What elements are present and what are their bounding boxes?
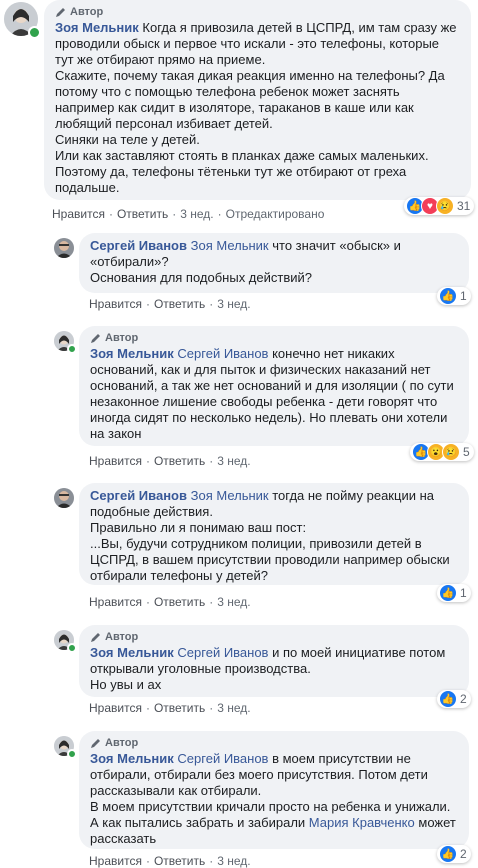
timestamp[interactable]: 3 нед. — [217, 854, 250, 868]
online-indicator — [28, 26, 41, 39]
reaction-count: 5 — [463, 445, 470, 459]
comment-author[interactable]: Зоя Мельник — [90, 751, 174, 766]
like-button[interactable]: Нравится — [89, 701, 142, 715]
reaction-count: 2 — [460, 847, 467, 861]
online-indicator — [67, 344, 77, 354]
comment-3: Сергей Иванов Зоя Мельник тогда не пойму… — [0, 480, 478, 610]
like-button[interactable]: Нравится — [89, 297, 142, 311]
like-reaction-icon: 👍 — [439, 584, 457, 602]
comment-bubble: Сергей Иванов Зоя Мельник что значит «об… — [79, 233, 469, 293]
comment-bubble: Автор Зоя Мельник Сергей Иванов в моем п… — [79, 731, 469, 849]
comment-text: Но увы и ах — [90, 677, 162, 692]
timestamp[interactable]: 3 нед. — [217, 454, 250, 468]
reactions-summary[interactable]: 👍 ♥ 😢 31 — [404, 197, 475, 215]
comment-text: Скажите, почему такая дикая реакция имен… — [55, 68, 445, 131]
author-badge-label: Автор — [105, 737, 139, 749]
timestamp[interactable]: 3 нед. — [180, 207, 213, 221]
mention-link[interactable]: Сергей Иванов — [177, 346, 268, 361]
reactions-summary[interactable]: 👍 2 — [437, 690, 471, 708]
comment-bubble: Автор Зоя Мельник Сергей Иванов конечно … — [79, 326, 469, 446]
edited-label[interactable]: Отредактировано — [226, 207, 325, 221]
author-badge-label: Автор — [105, 332, 139, 344]
online-indicator — [67, 749, 77, 759]
author-badge: Автор — [90, 630, 458, 644]
author-badge-label: Автор — [105, 631, 139, 643]
comment-actions: Нравится · Ответить · 3 нед. — [89, 595, 251, 609]
pencil-icon — [91, 632, 100, 642]
author-badge: Автор — [90, 736, 458, 750]
comment-text: А как пытались забрать и забирали — [90, 815, 306, 830]
comment-actions: Нравится · Ответить · 3 нед. — [89, 454, 251, 468]
reactions-summary[interactable]: 👍 1 — [437, 584, 471, 602]
mention-link[interactable]: Зоя Мельник — [191, 488, 269, 503]
comment-2: Автор Зоя Мельник Сергей Иванов конечно … — [0, 323, 478, 473]
reaction-count: 31 — [457, 199, 471, 213]
reply-button[interactable]: Ответить — [154, 297, 205, 311]
mention-link[interactable]: Сергей Иванов — [177, 751, 268, 766]
timestamp[interactable]: 3 нед. — [217, 595, 250, 609]
pencil-icon — [56, 7, 65, 17]
reactions-summary[interactable]: 👍 1 — [437, 287, 471, 305]
like-reaction-icon: 👍 — [439, 845, 457, 863]
sad-reaction-icon: 😢 — [436, 197, 454, 215]
comment-actions: Нравится · Ответить · 3 нед. — [89, 701, 251, 715]
reply-button[interactable]: Ответить — [117, 207, 168, 221]
comment-author[interactable]: Зоя Мельник — [55, 20, 139, 35]
comment-text: Синяки на теле у детей. — [55, 132, 200, 147]
timestamp[interactable]: 3 нед. — [217, 701, 250, 715]
comment-text: ...Вы, будучи сотрудником полиции, приво… — [90, 536, 450, 583]
comment-text: Поэтому да, телефоны тётеньки тут же отб… — [55, 164, 407, 195]
reply-button[interactable]: Ответить — [154, 595, 205, 609]
comment-text: Или как заставляют стоять в планках даже… — [55, 148, 429, 163]
comment-text: Правильно ли я понимаю ваш пост: — [90, 520, 307, 535]
comment-author[interactable]: Зоя Мельник — [90, 346, 174, 361]
like-button[interactable]: Нравится — [89, 854, 142, 868]
like-reaction-icon: 👍 — [439, 690, 457, 708]
comment-author[interactable]: Сергей Иванов — [90, 488, 187, 503]
comment-author[interactable]: Сергей Иванов — [90, 238, 187, 253]
comment-text: Основания для подобных действий? — [90, 270, 312, 285]
pencil-icon — [91, 738, 100, 748]
sad-reaction-icon: 😢 — [442, 443, 460, 461]
timestamp[interactable]: 3 нед. — [217, 297, 250, 311]
avatar-sergey[interactable] — [54, 488, 74, 508]
comment-actions: Нравится · Ответить · 3 нед. — [89, 297, 251, 311]
comment-actions: Нравится · Ответить · 3 нед. — [89, 854, 251, 868]
mention-link[interactable]: Зоя Мельник — [191, 238, 269, 253]
comment-5: Автор Зоя Мельник Сергей Иванов в моем п… — [0, 728, 478, 868]
comment-4: Автор Зоя Мельник Сергей Иванов и по мое… — [0, 622, 478, 722]
author-badge-label: Автор — [70, 6, 104, 18]
reaction-count: 1 — [460, 289, 467, 303]
comment-actions: Нравится · Ответить · 3 нед. · Отредактировано — [52, 207, 325, 221]
author-badge: Автор — [55, 5, 460, 19]
online-indicator — [67, 643, 77, 653]
comment-1: Сергей Иванов Зоя Мельник что значит «об… — [0, 230, 478, 320]
comment-bubble: Сергей Иванов Зоя Мельник тогда не пойму… — [79, 483, 469, 585]
mention-link[interactable]: Мария Кравченко — [309, 815, 415, 830]
comment-0: Автор Зоя Мельник Когда я привозила дете… — [0, 0, 478, 225]
comment-bubble: Автор Зоя Мельник Когда я привозила дете… — [44, 0, 471, 200]
reaction-count: 2 — [460, 692, 467, 706]
like-button[interactable]: Нравится — [89, 595, 142, 609]
reply-button[interactable]: Ответить — [154, 701, 205, 715]
comment-bubble: Автор Зоя Мельник Сергей Иванов и по мое… — [79, 625, 469, 697]
like-button[interactable]: Нравится — [52, 207, 105, 221]
author-badge: Автор — [90, 331, 458, 345]
reactions-summary[interactable]: 👍 😮 😢 5 — [410, 443, 474, 461]
comment-author[interactable]: Зоя Мельник — [90, 645, 174, 660]
reply-button[interactable]: Ответить — [154, 854, 205, 868]
reactions-summary[interactable]: 👍 2 — [437, 845, 471, 863]
mention-link[interactable]: Сергей Иванов — [177, 645, 268, 660]
reaction-count: 1 — [460, 586, 467, 600]
pencil-icon — [91, 333, 100, 343]
like-button[interactable]: Нравится — [89, 454, 142, 468]
like-reaction-icon: 👍 — [439, 287, 457, 305]
comment-text: В моем присутствии кричали просто на реб… — [90, 799, 451, 814]
avatar-sergey[interactable] — [54, 238, 74, 258]
reply-button[interactable]: Ответить — [154, 454, 205, 468]
